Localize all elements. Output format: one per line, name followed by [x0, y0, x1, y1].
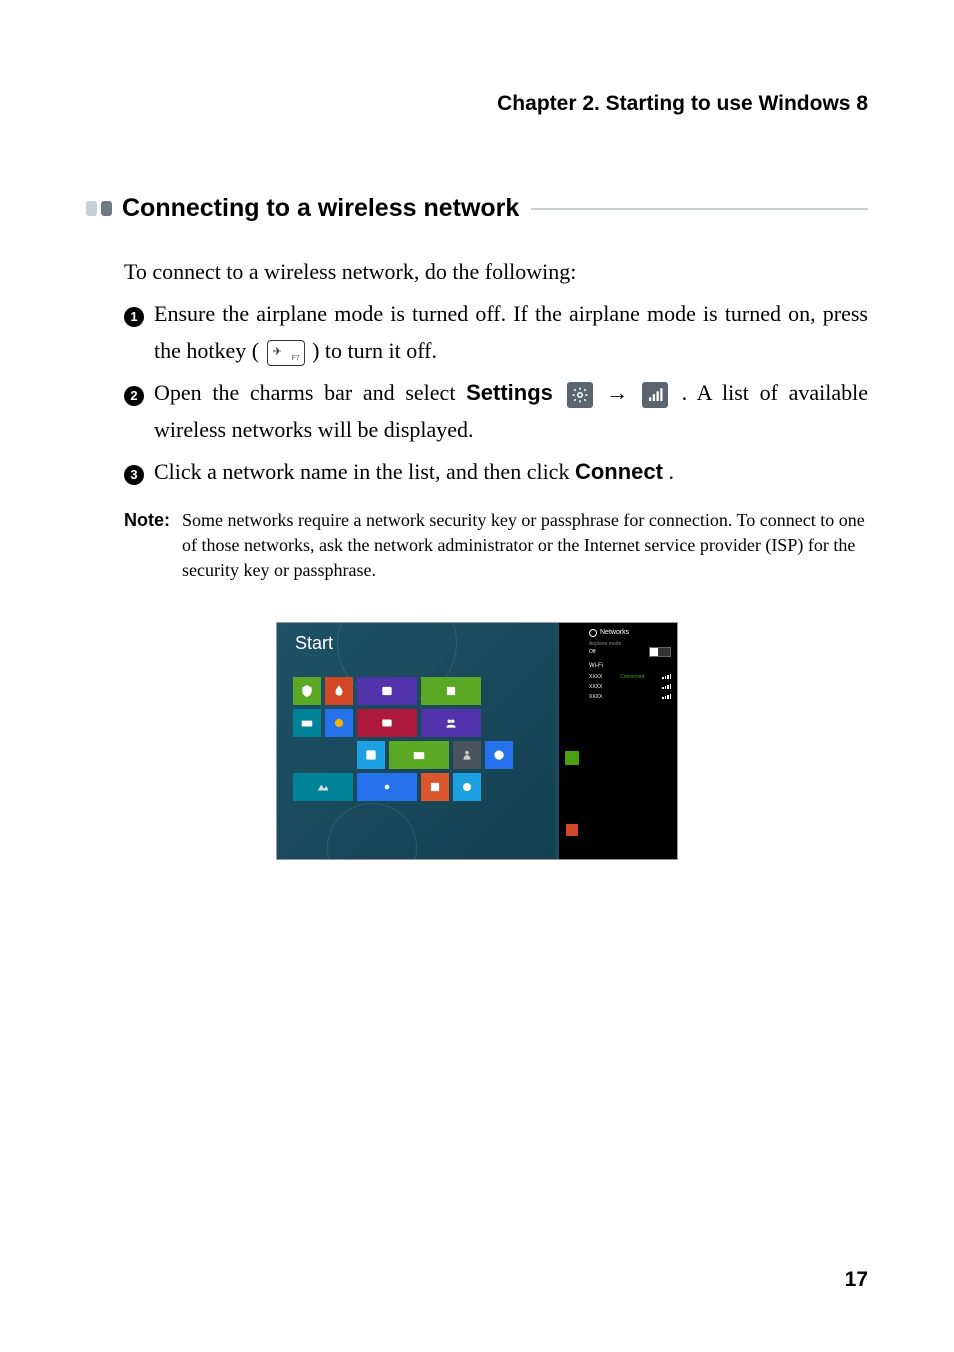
intro-text: To connect to a wireless network, do the…: [124, 255, 868, 289]
tile: [421, 677, 481, 705]
step-1: 1 Ensure the airplane mode is turned off…: [124, 295, 868, 370]
note-block: Note: Some networks require a network se…: [124, 508, 868, 584]
tile: [357, 709, 417, 737]
note-label: Note:: [124, 508, 182, 584]
network-name: XXXX: [589, 694, 602, 700]
tile: [421, 709, 481, 737]
decorative-circle: [327, 803, 417, 860]
charm-icon: [559, 669, 585, 703]
step-text: Open the charms bar and select: [154, 380, 466, 405]
step-number: 1: [124, 295, 154, 370]
signal-icon: [662, 684, 671, 689]
screenshot-illustration: Start: [276, 622, 678, 860]
networks-title-text: Networks: [600, 629, 629, 636]
network-item[interactable]: XXXX Connected: [589, 672, 671, 682]
step-text: ) to turn it off.: [312, 338, 437, 363]
charm-icon: [559, 777, 585, 811]
settings-label: Settings: [466, 380, 553, 405]
step-3: 3 Click a network name in the list, and …: [124, 453, 868, 490]
networks-panel-title: Networks: [589, 629, 671, 637]
bullet-icon: [86, 201, 97, 216]
back-arrow-icon: [589, 629, 597, 637]
signal-icon: [662, 694, 671, 699]
wifi-section-label: Wi-Fi: [589, 663, 671, 669]
heading-rule: [531, 208, 868, 210]
tile: [325, 677, 353, 705]
section-heading: Connecting to a wireless network: [86, 194, 868, 223]
charm-icon: [559, 741, 585, 775]
tile: [293, 741, 353, 769]
step-content: Open the charms bar and select Settings …: [154, 374, 868, 449]
page-number: 17: [845, 1268, 868, 1292]
step-number: 3: [124, 453, 154, 490]
tile: [293, 677, 321, 705]
step-number-badge: 3: [124, 465, 144, 485]
heading-bullets: [86, 201, 112, 216]
tile: [389, 741, 449, 769]
tile: [357, 677, 417, 705]
tile: [453, 741, 481, 769]
start-screen: Start: [277, 623, 555, 859]
tile: [293, 773, 353, 801]
step-number-badge: 2: [124, 386, 144, 406]
step-text: Click a network name in the list, and th…: [154, 459, 575, 484]
tile: [453, 773, 481, 801]
network-item[interactable]: XXXX: [589, 682, 671, 692]
network-name: XXXX: [589, 674, 602, 680]
note-text: Some networks require a network security…: [182, 508, 868, 584]
tile-grid: [293, 677, 513, 805]
tile: [421, 773, 449, 801]
step-content: Ensure the airplane mode is turned off. …: [154, 295, 868, 370]
networks-panel: Networks Airplane mode Off Wi-Fi XXXX Co…: [583, 623, 677, 859]
tile: [325, 709, 353, 737]
charms-bar: [559, 623, 585, 859]
step-number-badge: 1: [124, 307, 144, 327]
network-status: Connected: [620, 674, 644, 680]
airplane-mode-state: Off: [589, 649, 596, 655]
settings-gear-icon: [567, 382, 593, 408]
tile: [357, 773, 417, 801]
airplane-toggle[interactable]: [649, 647, 671, 657]
charm-icon: [559, 705, 585, 739]
network-signal-icon: [642, 382, 668, 408]
arrow-text: →: [606, 380, 639, 405]
connect-label: Connect: [575, 459, 663, 484]
charm-icon: [559, 813, 585, 847]
network-name: XXXX: [589, 684, 602, 690]
tile: [293, 709, 321, 737]
step-text: .: [668, 459, 674, 484]
section-title: Connecting to a wireless network: [122, 194, 519, 223]
tile: [357, 741, 385, 769]
step-content: Click a network name in the list, and th…: [154, 453, 868, 490]
chapter-header: Chapter 2. Starting to use Windows 8: [86, 92, 868, 116]
start-label: Start: [295, 633, 333, 654]
step-text: Ensure the airplane mode is turned off. …: [154, 301, 868, 363]
signal-icon: [662, 674, 671, 679]
step-2: 2 Open the charms bar and select Setting…: [124, 374, 868, 449]
step-number: 2: [124, 374, 154, 449]
tile: [485, 741, 513, 769]
network-item[interactable]: XXXX: [589, 692, 671, 702]
bullet-icon: [101, 201, 112, 216]
airplane-hotkey-icon: [267, 340, 305, 366]
